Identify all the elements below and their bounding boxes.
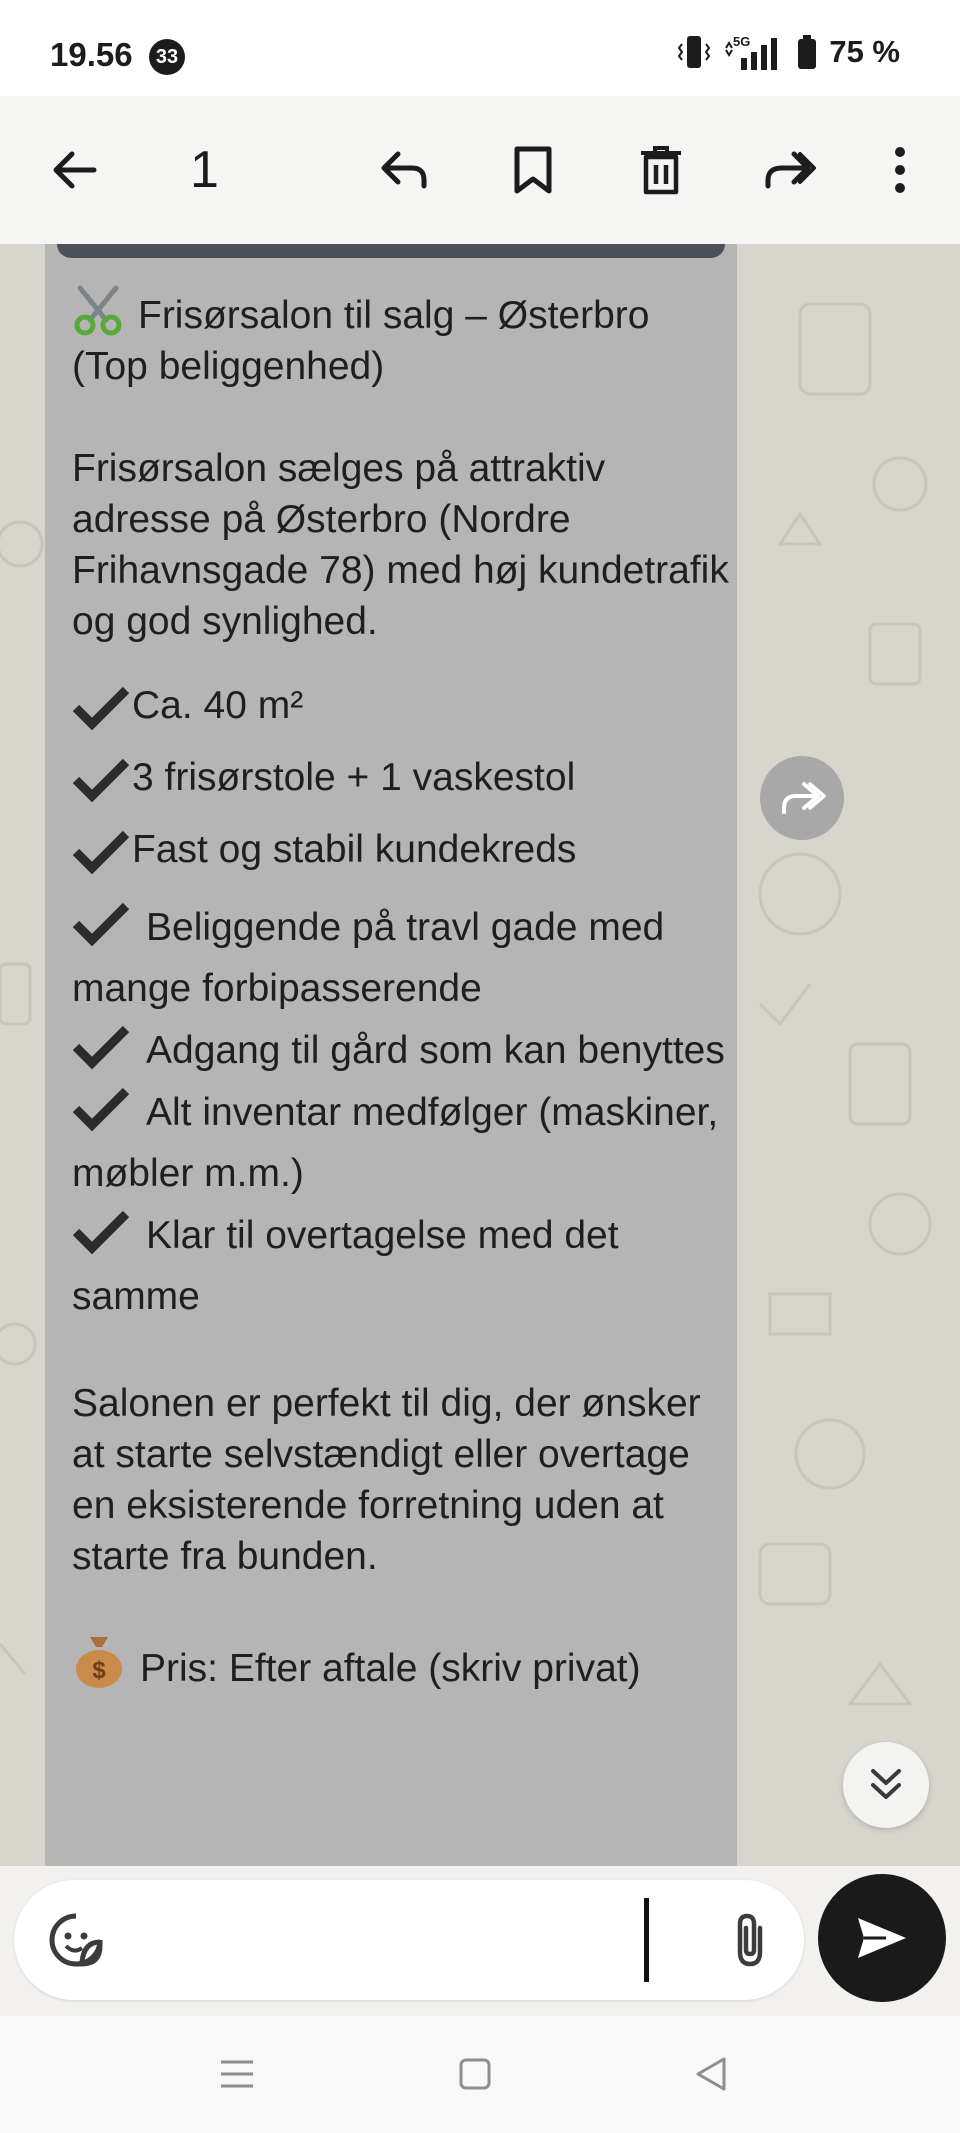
selection-toolbar <box>0 96 960 244</box>
signal-icon: 5G <box>725 34 778 70</box>
scroll-to-bottom-button[interactable] <box>843 1742 929 1828</box>
square-icon <box>459 2058 491 2090</box>
feature-text: Beliggende på travl gade med mange forbi… <box>72 906 665 1010</box>
feature-item: Fast og stabil kundekreds <box>72 824 732 875</box>
message-input[interactable] <box>124 1900 648 1982</box>
quick-forward-button[interactable] <box>760 756 844 840</box>
notification-count-badge: 33 <box>149 39 185 75</box>
message-price-line: $ Pris: Efter aftale (skriv privat) <box>72 1633 732 1694</box>
message-title: Frisørsalon til salg – Østerbro (Top bel… <box>72 294 650 388</box>
chat-area[interactable]: Frisørsalon til salg – Østerbro (Top bel… <box>0 244 960 1866</box>
message-description: Salonen er perfekt til dig, der ønsker a… <box>72 1382 701 1578</box>
reply-button[interactable] <box>376 142 432 198</box>
feature-text: Alt inventar medfølger (maskiner, møbler… <box>72 1091 719 1195</box>
feature-item: Adgang til gård som kan benyttes <box>72 1019 732 1081</box>
send-icon <box>858 1918 906 1958</box>
forward-button[interactable] <box>760 142 816 198</box>
triangle-back-icon <box>696 2057 726 2091</box>
feature-text: Fast og stabil kundekreds <box>132 828 577 871</box>
feature-item: Klar til overtagelse med det samme <box>72 1204 732 1327</box>
recents-button[interactable] <box>209 2046 265 2102</box>
back-nav-button[interactable] <box>683 2046 739 2102</box>
bookmark-button[interactable] <box>505 142 561 198</box>
check-mark-icon <box>72 1025 130 1069</box>
reply-icon <box>381 151 427 189</box>
scissors-icon <box>74 285 122 336</box>
sticker-icon[interactable] <box>46 1910 106 1970</box>
forward-icon <box>782 782 826 814</box>
forward-icon <box>765 151 816 189</box>
message-image-edge <box>57 244 725 258</box>
more-icon <box>895 147 905 193</box>
feature-text: 3 frisørstole + 1 vaskestol <box>132 756 576 799</box>
check-mark-icon <box>72 1210 130 1254</box>
money-bag-icon: $ <box>76 1637 122 1688</box>
home-button[interactable] <box>447 2046 503 2102</box>
back-button[interactable] <box>46 142 102 198</box>
check-mark-icon <box>72 1087 130 1131</box>
check-mark-icon <box>72 758 130 802</box>
clock: 19.56 <box>50 36 133 73</box>
check-mark-icon <box>72 686 130 730</box>
feature-item: Alt inventar medfølger (maskiner, møbler… <box>72 1081 732 1204</box>
battery-percent: 75 % <box>829 34 900 69</box>
check-mark-icon <box>72 830 130 874</box>
selected-count: 1 <box>190 141 219 199</box>
system-navigation-bar <box>0 2016 960 2133</box>
menu-lines-icon <box>221 2060 253 2088</box>
status-bar: 19.56 33 5G 75 % <box>0 0 960 96</box>
paperclip-icon[interactable] <box>720 1910 780 1970</box>
delete-icon <box>641 146 681 195</box>
battery-icon <box>798 35 817 69</box>
message-title-line: Frisørsalon til salg – Østerbro (Top bel… <box>72 284 732 392</box>
more-options-button[interactable] <box>872 142 928 198</box>
composer-bar <box>0 1866 960 2016</box>
svg-text:$: $ <box>92 1657 106 1684</box>
message-text: Frisørsalon til salg – Østerbro (Top bel… <box>72 284 732 1694</box>
status-icons: 5G 75 % <box>677 34 900 70</box>
check-mark-icon <box>72 902 130 946</box>
feature-item: Beliggende på travl gade med mange forbi… <box>72 896 732 1019</box>
feature-text: Adgang til gård som kan benyttes <box>146 1029 725 1072</box>
network-label: 5G <box>733 34 750 49</box>
feature-item: Ca. 40 m² <box>72 680 732 731</box>
back-arrow-icon <box>53 151 97 189</box>
feature-text: Klar til overtagelse med det samme <box>72 1214 619 1318</box>
vibrate-icon <box>678 36 711 68</box>
chevron-double-down-icon <box>871 1769 901 1799</box>
text-cursor <box>644 1898 649 1982</box>
message-intro: Frisørsalon sælges på attraktiv adresse … <box>72 447 729 643</box>
feature-text: Ca. 40 m² <box>132 684 304 727</box>
feature-list: Ca. 40 m² 3 frisørstole + 1 vaskestol Fa… <box>72 680 732 1327</box>
message-input-container[interactable] <box>14 1880 804 2000</box>
feature-item: 3 frisørstole + 1 vaskestol <box>72 752 732 803</box>
delete-button[interactable] <box>633 142 689 198</box>
message-price: Pris: Efter aftale (skriv privat) <box>140 1647 641 1690</box>
send-button[interactable] <box>818 1874 946 2002</box>
bookmark-icon <box>514 146 552 194</box>
